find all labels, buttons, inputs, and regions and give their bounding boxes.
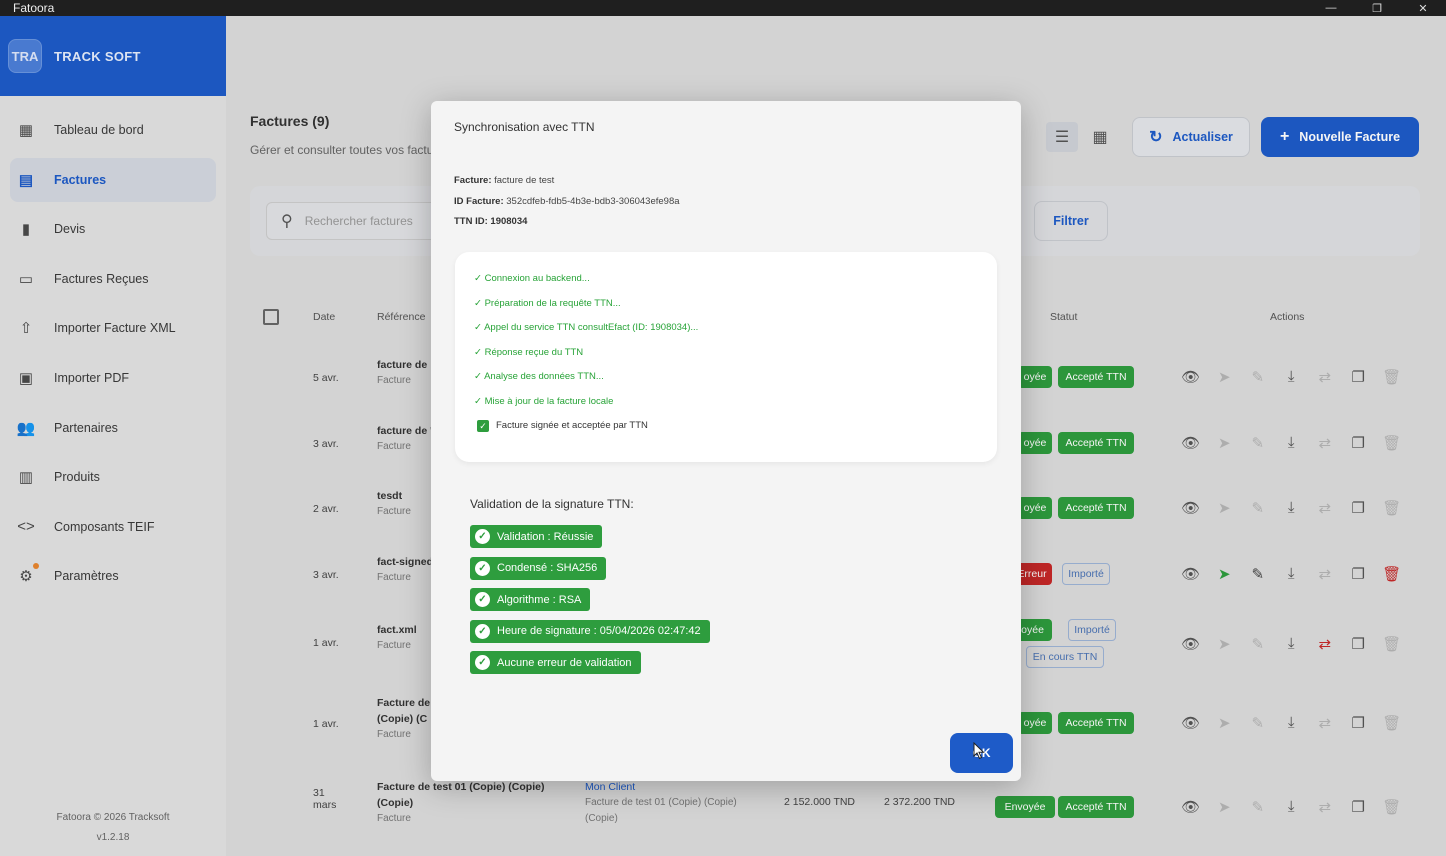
check-circle-icon: ✓: [475, 560, 490, 576]
invoice-meta: Facture: facture de test ID Facture: 352…: [454, 171, 680, 233]
check-circle-icon: ✓: [475, 655, 490, 670]
window-controls: — ❐ ✕: [1308, 0, 1446, 16]
validation-badge: ✓ Aucune erreur de validation: [470, 651, 641, 674]
ttn-sync-dialog: Synchronisation avec TTN Facture: factur…: [431, 101, 1021, 781]
sync-step: ✓ Analyse des données TTN...: [474, 371, 604, 382]
sync-step: ✓ Préparation de la requête TTN...: [474, 297, 621, 309]
check-circle-icon: ✓: [475, 529, 490, 544]
sync-step: ✓ Mise à jour de la facture locale: [474, 395, 614, 407]
checked-checkbox-icon: ✓: [477, 420, 489, 433]
mouse-cursor-icon: [973, 742, 985, 760]
validation-badge: ✓ Validation : Réussie: [470, 525, 603, 548]
check-circle-icon: ✓: [475, 592, 490, 607]
maximize-button[interactable]: ❐: [1354, 0, 1400, 16]
validation-badge: ✓ Heure de signature : 05/04/2026 02:47:4…: [470, 619, 710, 643]
validation-badges: ✓ Validation : Réussie ✓ Condensé : SHA256 ✓…: [470, 525, 710, 683]
final-step-label: Facture signée et acceptée par TTN: [496, 420, 648, 431]
validation-badge: ✓ Condensé : SHA256: [470, 556, 607, 580]
window-title: Fatoora: [13, 1, 55, 15]
ttn-value: 1908034: [490, 216, 528, 227]
app-window: TRA TRACK SOFT ▦ Tableau de bord ▤ Factures…: [0, 16, 1446, 856]
id-value: 352cdfeb-fdb5-4b3e-bdb3-306043efe98a: [506, 195, 680, 207]
sync-step: ✓ Réponse reçue du TTN: [474, 346, 584, 358]
dialog-title: Synchronisation avec TTN: [454, 120, 595, 134]
facture-value: facture de test: [494, 175, 555, 186]
window-titlebar: Fatoora — ❐ ✕: [0, 0, 1446, 16]
validation-title: Validation de la signature TTN:: [470, 497, 634, 511]
final-step: ✓ Facture signée et acceptée par TTN: [474, 414, 997, 439]
check-circle-icon: ✓: [475, 623, 490, 639]
minimize-button[interactable]: —: [1308, 0, 1354, 16]
sync-step: ✓ Connexion au backend...: [474, 273, 590, 284]
ttn-line: TTN ID: 1908034: [454, 216, 528, 227]
id-line: ID Facture: 352cdfeb-fdb5-4b3e-bdb3-3060…: [454, 195, 680, 207]
validation-badge: ✓ Algorithme : RSA: [470, 588, 591, 611]
sync-steps-panel: ✓ Connexion au backend... ✓ Préparation d…: [455, 252, 997, 462]
facture-line: Facture: facture de test: [454, 175, 555, 186]
sync-steps: ✓ Connexion au backend... ✓ Préparation d…: [474, 267, 997, 414]
sync-step: ✓ Appel du service TTN consultEfact (ID:…: [474, 322, 699, 333]
close-button[interactable]: ✕: [1400, 0, 1446, 16]
